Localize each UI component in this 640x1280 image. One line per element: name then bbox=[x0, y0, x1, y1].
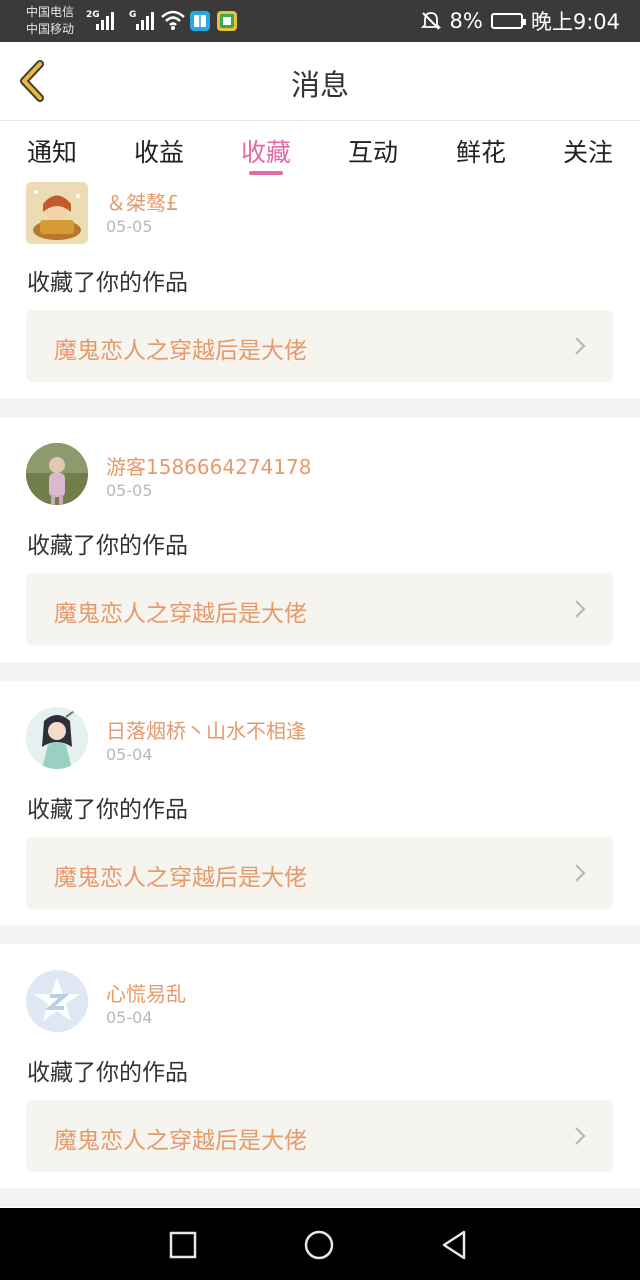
system-nav-bar bbox=[0, 1208, 640, 1280]
chevron-right-icon bbox=[575, 864, 586, 882]
item-date: 05-04 bbox=[106, 1008, 153, 1027]
user-name[interactable]: 游客1586664274178 bbox=[106, 451, 311, 480]
chevron-right-icon bbox=[575, 337, 586, 355]
work-link[interactable]: 魔鬼恋人之穿越后是大佬 bbox=[26, 837, 613, 909]
user-name[interactable]: 心慌易乱 bbox=[106, 978, 186, 1007]
wifi-icon bbox=[161, 10, 185, 30]
recent-apps-icon[interactable] bbox=[166, 1228, 200, 1262]
list-item: ＆桀骜£ 05-05 收藏了你的作品 魔鬼恋人之穿越后是大佬 bbox=[0, 179, 640, 398]
chevron-right-icon bbox=[575, 1127, 586, 1145]
item-date: 05-05 bbox=[106, 217, 153, 236]
list-item: 心慌易乱 05-04 收藏了你的作品 魔鬼恋人之穿越后是大佬 bbox=[0, 944, 640, 1188]
user-name[interactable]: ＆桀骜£ bbox=[106, 187, 179, 216]
work-title: 魔鬼恋人之穿越后是大佬 bbox=[54, 601, 307, 627]
action-text: 收藏了你的作品 bbox=[27, 533, 188, 559]
home-icon[interactable] bbox=[302, 1228, 336, 1262]
item-date: 05-05 bbox=[106, 481, 153, 500]
app-header: 消息 bbox=[0, 42, 640, 121]
action-text: 收藏了你的作品 bbox=[27, 270, 188, 296]
list-item: 日落烟桥丶山水不相逢 05-04 收藏了你的作品 魔鬼恋人之穿越后是大佬 bbox=[0, 681, 640, 925]
active-tab-indicator bbox=[249, 171, 283, 175]
work-title: 魔鬼恋人之穿越后是大佬 bbox=[54, 1128, 307, 1154]
carrier-info: 中国电信 中国移动 bbox=[26, 4, 74, 38]
battery-percent: 8% bbox=[449, 9, 483, 33]
book-app-icon bbox=[190, 11, 210, 31]
avatar[interactable] bbox=[26, 182, 88, 244]
mute-icon bbox=[420, 12, 441, 30]
carrier-1: 中国电信 bbox=[26, 5, 75, 19]
avatar[interactable] bbox=[26, 443, 88, 505]
avatar[interactable] bbox=[26, 970, 88, 1032]
user-name[interactable]: 日落烟桥丶山水不相逢 bbox=[106, 715, 306, 744]
work-title: 魔鬼恋人之穿越后是大佬 bbox=[54, 338, 307, 364]
work-link[interactable]: 魔鬼恋人之穿越后是大佬 bbox=[26, 310, 613, 382]
action-text: 收藏了你的作品 bbox=[27, 1060, 188, 1086]
work-link[interactable]: 魔鬼恋人之穿越后是大佬 bbox=[26, 573, 613, 645]
tab-favorites[interactable]: 收藏 bbox=[221, 133, 311, 169]
tab-earnings[interactable]: 收益 bbox=[114, 133, 204, 169]
app-notification-icon bbox=[217, 11, 237, 31]
signal-icon bbox=[96, 10, 114, 30]
work-link[interactable]: 魔鬼恋人之穿越后是大佬 bbox=[26, 1100, 613, 1172]
tab-interactions[interactable]: 互动 bbox=[328, 133, 418, 169]
status-bar: 中国电信 中国移动 2G G 8% 晚上9:04 bbox=[0, 0, 640, 42]
signal-icon-2 bbox=[136, 10, 154, 30]
tab-notifications[interactable]: 通知 bbox=[7, 133, 97, 169]
tab-bar: 通知 收益 收藏 互动 鲜花 关注 bbox=[0, 121, 640, 179]
action-text: 收藏了你的作品 bbox=[27, 797, 188, 823]
status-right: 8% 晚上9:04 bbox=[420, 0, 620, 42]
work-title: 魔鬼恋人之穿越后是大佬 bbox=[54, 865, 307, 891]
carrier-2: 中国移动 bbox=[26, 22, 75, 36]
list-item: 游客1586664274178 05-05 收藏了你的作品 魔鬼恋人之穿越后是大… bbox=[0, 418, 640, 662]
tab-flowers[interactable]: 鲜花 bbox=[436, 133, 526, 169]
item-date: 05-04 bbox=[106, 745, 153, 764]
avatar[interactable] bbox=[26, 707, 88, 769]
tab-following[interactable]: 关注 bbox=[543, 133, 633, 169]
page-title: 消息 bbox=[290, 68, 349, 102]
clock: 晚上9:04 bbox=[530, 10, 620, 34]
battery-icon bbox=[490, 13, 526, 29]
chevron-right-icon bbox=[575, 600, 586, 618]
back-nav-icon[interactable] bbox=[438, 1228, 472, 1262]
